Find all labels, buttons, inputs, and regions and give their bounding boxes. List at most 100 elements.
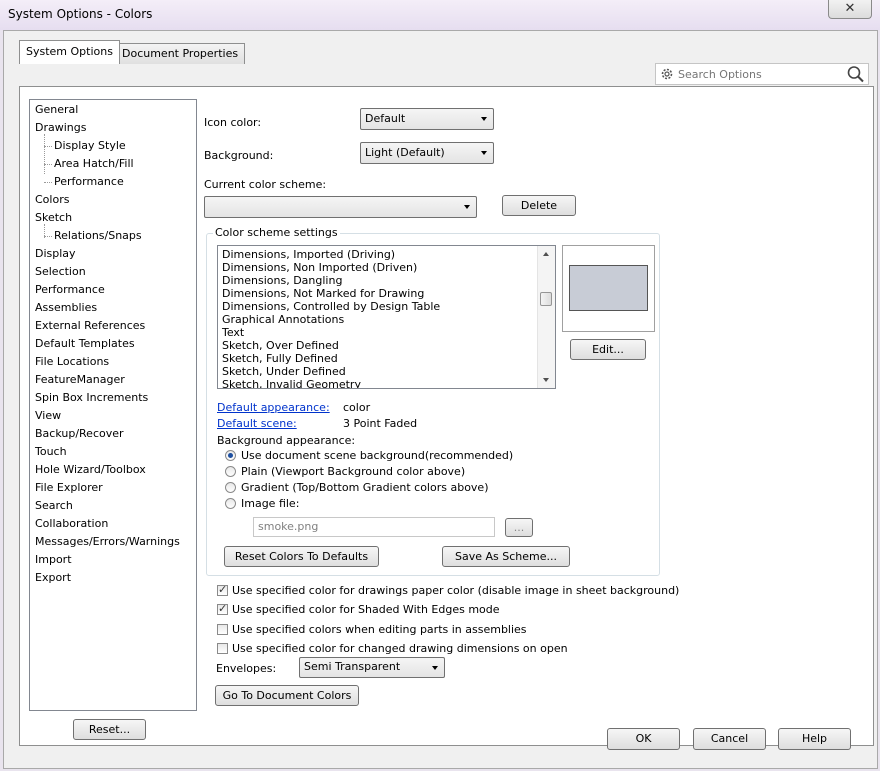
color-settings-list[interactable]: Sketch, Invalid Geometry Sketch, Under De… <box>217 245 556 389</box>
radio-button[interactable] <box>225 450 236 461</box>
tree-item[interactable]: Sketch <box>35 209 72 226</box>
scroll-up-icon[interactable] <box>543 252 549 256</box>
image-file-input[interactable]: smoke.png <box>253 517 495 537</box>
background-dropdown[interactable]: Light (Default) <box>360 142 494 164</box>
save-as-scheme-button[interactable]: Save As Scheme... <box>442 546 570 567</box>
checkbox-label[interactable]: Use specified colors when editing parts … <box>232 623 527 636</box>
list-item[interactable]: Sketch, Fully Defined <box>222 352 338 365</box>
icon-color-label: Icon color: <box>204 116 262 129</box>
list-item[interactable]: Sketch, Over Defined <box>222 339 339 352</box>
checkbox-label[interactable]: Use specified color for drawings paper c… <box>232 584 679 597</box>
checkbox-label[interactable]: Use specified color for changed drawing … <box>232 642 568 655</box>
checkbox-label[interactable]: Use specified color for Shaded With Edge… <box>232 603 500 616</box>
go-to-document-colors-button[interactable]: Go To Document Colors <box>215 685 359 706</box>
tree-item[interactable]: Performance <box>35 281 105 298</box>
search-icon[interactable] <box>846 65 866 83</box>
tree-item[interactable]: Export <box>35 569 71 586</box>
edit-button[interactable]: Edit... <box>570 339 646 360</box>
tree-item[interactable]: Colors <box>35 191 69 208</box>
envelopes-value: Semi Transparent <box>304 660 401 673</box>
radio-button[interactable] <box>225 482 236 493</box>
tree-item[interactable]: Selection <box>35 263 86 280</box>
tab-document-properties[interactable]: Document Properties <box>115 43 246 64</box>
list-item[interactable]: Dimensions, Non Imported (Driven) <box>222 261 417 274</box>
tree-item[interactable]: Area Hatch/Fill <box>54 155 134 172</box>
tree-item[interactable]: External References <box>35 317 145 334</box>
chevron-down-icon <box>432 666 438 670</box>
default-scene-value: 3 Point Faded <box>343 417 418 430</box>
radio-label[interactable]: Image file: <box>241 497 299 510</box>
color-scheme-dropdown[interactable] <box>204 196 477 218</box>
radio-label[interactable]: Gradient (Top/Bottom Gradient colors abo… <box>241 481 489 494</box>
background-label: Background: <box>204 149 274 162</box>
tree-item[interactable]: Backup/Recover <box>35 425 124 442</box>
delete-button[interactable]: Delete <box>502 195 576 216</box>
title-bar: System Options - Colors ✕ <box>0 0 880 30</box>
scroll-down-icon[interactable] <box>543 378 549 382</box>
list-item[interactable]: Dimensions, Imported (Driving) <box>222 248 395 261</box>
tree-item[interactable]: Import <box>35 551 72 568</box>
search-box[interactable] <box>655 63 869 85</box>
tree-item[interactable]: File Locations <box>35 353 109 370</box>
help-button[interactable]: Help <box>778 728 851 750</box>
reset-button[interactable]: Reset... <box>73 719 146 740</box>
cancel-button[interactable]: Cancel <box>693 728 766 750</box>
tree-item[interactable]: Drawings <box>35 119 86 136</box>
list-item[interactable]: Sketch, Under Defined <box>222 365 346 378</box>
tree-item[interactable]: Collaboration <box>35 515 108 532</box>
default-scene-link[interactable]: Default scene: <box>217 417 297 430</box>
tree-item[interactable]: FeatureManager <box>35 371 125 388</box>
list-item[interactable]: Dimensions, Dangling <box>222 274 342 287</box>
chevron-down-icon <box>481 117 487 121</box>
dialog-body: System Options Document Properties Gener… <box>3 30 878 769</box>
search-input[interactable] <box>678 66 838 82</box>
tree-item[interactable]: General <box>35 101 78 118</box>
reset-colors-button[interactable]: Reset Colors To Defaults <box>224 546 379 567</box>
tree-item[interactable]: Display Style <box>54 137 126 154</box>
close-icon: ✕ <box>844 1 856 16</box>
icon-color-dropdown[interactable]: Default <box>360 108 494 130</box>
list-item[interactable]: Text <box>222 326 244 339</box>
icon-color-value: Default <box>365 112 406 125</box>
scroll-thumb[interactable] <box>540 292 552 306</box>
browse-button[interactable]: ... <box>505 518 533 537</box>
tree-connector <box>44 146 52 147</box>
default-appearance-link[interactable]: Default appearance: <box>217 401 330 414</box>
window-title: System Options - Colors <box>8 7 153 21</box>
checkbox[interactable] <box>217 602 228 615</box>
tree-item[interactable]: Search <box>35 497 73 514</box>
tree-item[interactable]: Relations/Snaps <box>54 227 142 244</box>
tab-system-options[interactable]: System Options <box>19 40 120 64</box>
list-scrollbar[interactable] <box>537 246 555 388</box>
tree-item[interactable]: Display <box>35 245 76 262</box>
close-button[interactable]: ✕ <box>828 0 872 19</box>
tree-item[interactable]: Performance <box>54 173 124 190</box>
color-scheme-label: Current color scheme: <box>204 178 327 191</box>
color-swatch <box>569 265 648 311</box>
ok-button[interactable]: OK <box>607 728 680 750</box>
list-item[interactable]: Dimensions, Controlled by Design Table <box>222 300 440 313</box>
tree-item[interactable]: Spin Box Increments <box>35 389 148 406</box>
checkbox[interactable] <box>217 624 228 635</box>
radio-label[interactable]: Use document scene background(recommende… <box>241 449 513 462</box>
envelopes-dropdown[interactable]: Semi Transparent <box>299 657 445 678</box>
tree-item[interactable]: Hole Wizard/Toolbox <box>35 461 146 478</box>
chevron-down-icon <box>481 151 487 155</box>
tree-item[interactable]: View <box>35 407 61 424</box>
radio-label[interactable]: Plain (Viewport Background color above) <box>241 465 465 478</box>
tree-connector <box>44 134 45 174</box>
tree-item[interactable]: Touch <box>35 443 67 460</box>
list-item[interactable]: Sketch, Invalid Geometry <box>222 378 361 388</box>
options-tree: General Drawings Display Style Area Hatch/F… <box>29 99 197 711</box>
tree-item[interactable]: File Explorer <box>35 479 103 496</box>
color-preview <box>562 245 655 332</box>
list-item[interactable]: Dimensions, Not Marked for Drawing <box>222 287 424 300</box>
checkbox[interactable] <box>217 583 228 596</box>
tree-item[interactable]: Assemblies <box>35 299 97 316</box>
radio-button[interactable] <box>225 498 236 509</box>
checkbox[interactable] <box>217 643 228 654</box>
list-item[interactable]: Graphical Annotations <box>222 313 344 326</box>
tree-item[interactable]: Messages/Errors/Warnings <box>35 533 180 550</box>
radio-button[interactable] <box>225 466 236 477</box>
tree-item[interactable]: Default Templates <box>35 335 135 352</box>
